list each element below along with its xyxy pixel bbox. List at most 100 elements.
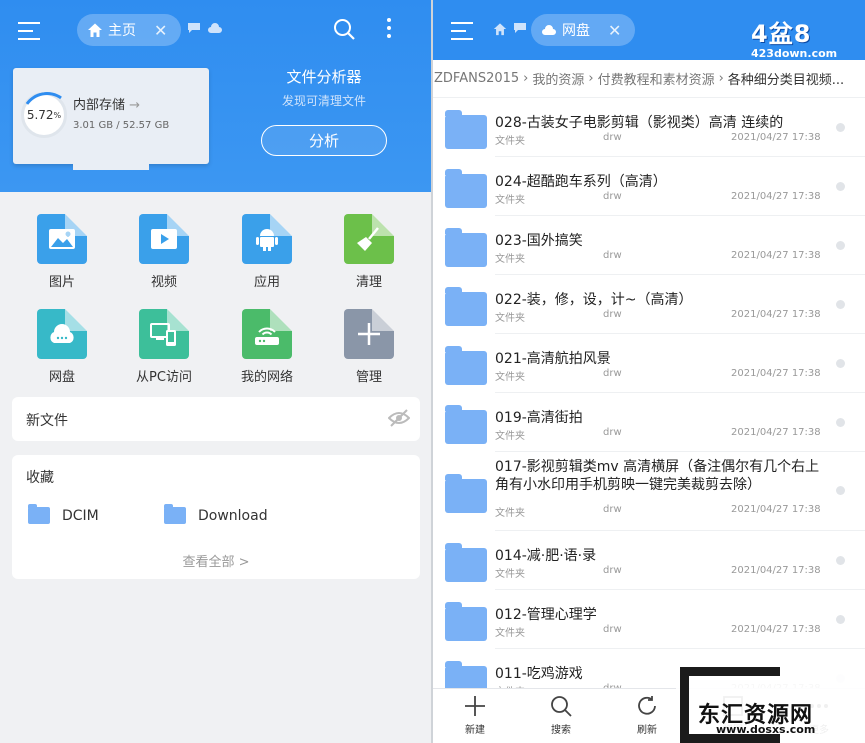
file-row[interactable]: 024-超酷跑车系列（高清） 文件夹 drw 2021/04/27 17:38 [433, 157, 865, 216]
favorite-item-download[interactable]: Download [164, 504, 268, 524]
video-icon [139, 214, 189, 264]
file-date: 2021/04/27 17:38 [731, 368, 821, 379]
storage-size: 3.01 GB / 52.57 GB [73, 120, 170, 131]
search-button[interactable]: 搜索 [531, 693, 591, 736]
close-icon[interactable]: ✕ [154, 21, 167, 40]
breadcrumb-current[interactable]: 各种细分类目视频... [728, 69, 844, 88]
file-name: 017-影视剪辑类mv 高清横屏（备注偶尔有几个右上角有小水印用手机剪映一键完美… [495, 459, 820, 493]
analyze-button[interactable]: 分析 [261, 125, 387, 156]
file-owner: drw [603, 624, 622, 635]
grid-item-images[interactable]: 图片 [12, 214, 112, 290]
file-type: 文件夹 [495, 431, 525, 442]
analyzer-title: 文件分析器 [286, 68, 362, 86]
select-radio[interactable] [836, 556, 845, 565]
folder-icon [445, 405, 487, 444]
file-type: 文件夹 [495, 136, 525, 147]
more-options-icon[interactable] [386, 18, 392, 42]
breadcrumb-item[interactable]: 我的资源 [532, 69, 584, 88]
message-icon[interactable] [187, 22, 201, 34]
file-row[interactable]: 028-古装女子电影剪辑（影视类）高清 连续的 文件夹 drw 2021/04/27 … [433, 98, 865, 157]
breadcrumb-item[interactable]: ZDFANS2015 [434, 71, 519, 86]
file-owner: drw [603, 132, 622, 143]
folder-icon [445, 110, 487, 149]
watermark: 东汇资源网 www.dosxs.com [676, 667, 865, 743]
select-radio[interactable] [836, 182, 845, 191]
file-owner: drw [603, 309, 622, 320]
favorite-item-dcim[interactable]: DCIM [28, 504, 99, 524]
select-radio[interactable] [836, 300, 845, 309]
new-button[interactable]: 新建 [445, 693, 505, 736]
file-row[interactable]: 019-高清街拍 文件夹 drw 2021/04/27 17:38 [433, 393, 865, 452]
file-date: 2021/04/27 17:38 [731, 565, 821, 576]
search-icon[interactable] [333, 18, 355, 40]
select-radio[interactable] [836, 241, 845, 250]
breadcrumb-separator: › [523, 71, 529, 86]
file-owner: drw [603, 427, 622, 438]
cloud-icon[interactable] [207, 22, 223, 34]
select-radio[interactable] [836, 418, 845, 427]
grid-item-videos[interactable]: 视频 [114, 214, 214, 290]
tab-home[interactable]: 主页 ✕ [77, 14, 181, 46]
internal-storage-card[interactable]: 5.72% 内部存储 → 3.01 GB / 52.57 GB [13, 68, 209, 170]
eye-hidden-icon[interactable] [388, 409, 410, 427]
watermark-url: www.dosxs.com [716, 723, 816, 736]
folder-icon [445, 287, 487, 326]
netdisk-pane: 网盘 ✕ 4盆8 423down.com ZDFANS2015 › 我的资源 › 付… [433, 0, 865, 743]
plus-icon [465, 696, 485, 716]
menu-icon[interactable] [18, 22, 40, 40]
tab-netdisk[interactable]: 网盘 ✕ [531, 14, 635, 46]
broom-icon [344, 214, 394, 264]
cloud-icon [542, 25, 556, 35]
select-radio[interactable] [836, 123, 845, 132]
file-name: 028-古装女子电影剪辑（影视类）高清 连续的 [495, 115, 784, 131]
analyzer-subtitle: 发现可清理文件 [281, 94, 366, 108]
file-name: 012-管理心理学 [495, 607, 597, 623]
site-logo-text: 4盆8 [751, 20, 812, 48]
storage-usage-ring: 5.72% [21, 92, 67, 138]
select-radio[interactable] [836, 486, 845, 495]
favorites-card: 收藏 DCIM Download 查看全部 > [12, 455, 420, 579]
menu-icon[interactable] [451, 22, 473, 40]
close-icon[interactable]: ✕ [608, 21, 621, 40]
file-type: 文件夹 [495, 372, 525, 383]
file-row[interactable]: 017-影视剪辑类mv 高清横屏（备注偶尔有几个右上角有小水印用手机剪映一键完美… [433, 452, 865, 531]
grid-item-my-network[interactable]: 我的网络 [217, 309, 317, 385]
select-radio[interactable] [836, 359, 845, 368]
tab-netdisk-label: 网盘 [562, 23, 590, 39]
refresh-button[interactable]: 刷新 [617, 693, 677, 736]
file-date: 2021/04/27 17:38 [731, 504, 821, 515]
file-name: 021-高清航拍风景 [495, 351, 611, 367]
site-logo-url: 423down.com [751, 47, 838, 60]
grid-item-manage[interactable]: 管理 [319, 309, 419, 385]
pc-phone-icon [139, 309, 189, 359]
file-row[interactable]: 023-国外搞笑 文件夹 drw 2021/04/27 17:38 [433, 216, 865, 275]
file-row[interactable]: 021-高清航拍风景 文件夹 drw 2021/04/27 17:38 [433, 334, 865, 393]
view-all-link[interactable]: 查看全部 > [12, 551, 420, 570]
file-date: 2021/04/27 17:38 [731, 250, 821, 261]
breadcrumb-separator: › [718, 71, 724, 86]
select-radio[interactable] [836, 615, 845, 624]
plus-icon [344, 309, 394, 359]
file-row[interactable]: 012-管理心理学 文件夹 drw 2021/04/27 17:38 [433, 590, 865, 649]
message-icon[interactable] [513, 22, 527, 34]
file-type: 文件夹 [495, 313, 525, 324]
image-icon [37, 214, 87, 264]
home-icon[interactable] [493, 22, 507, 36]
new-files-card[interactable]: 新文件 [12, 397, 420, 441]
file-date: 2021/04/27 17:38 [731, 624, 821, 635]
home-icon [88, 23, 102, 37]
grid-item-pc-access[interactable]: 从PC访问 [114, 309, 214, 385]
file-row[interactable]: 022-装，修，设，计~（高清） 文件夹 drw 2021/04/27 17:38 [433, 275, 865, 334]
file-date: 2021/04/27 17:38 [731, 309, 821, 320]
grid-item-apps[interactable]: 应用 [217, 214, 317, 290]
favorites-title: 收藏 [26, 470, 54, 486]
file-date: 2021/04/27 17:38 [731, 191, 821, 202]
breadcrumb-item[interactable]: 付费教程和素材资源 [598, 69, 715, 88]
new-files-title: 新文件 [26, 413, 68, 429]
folder-icon [445, 346, 487, 385]
file-row[interactable]: 014-减·肥·语·录 文件夹 drw 2021/04/27 17:38 [433, 531, 865, 590]
network-icon [242, 309, 292, 359]
grid-item-netdisk[interactable]: 网盘 [12, 309, 112, 385]
file-name: 014-减·肥·语·录 [495, 548, 597, 564]
grid-item-clean[interactable]: 清理 [319, 214, 419, 290]
